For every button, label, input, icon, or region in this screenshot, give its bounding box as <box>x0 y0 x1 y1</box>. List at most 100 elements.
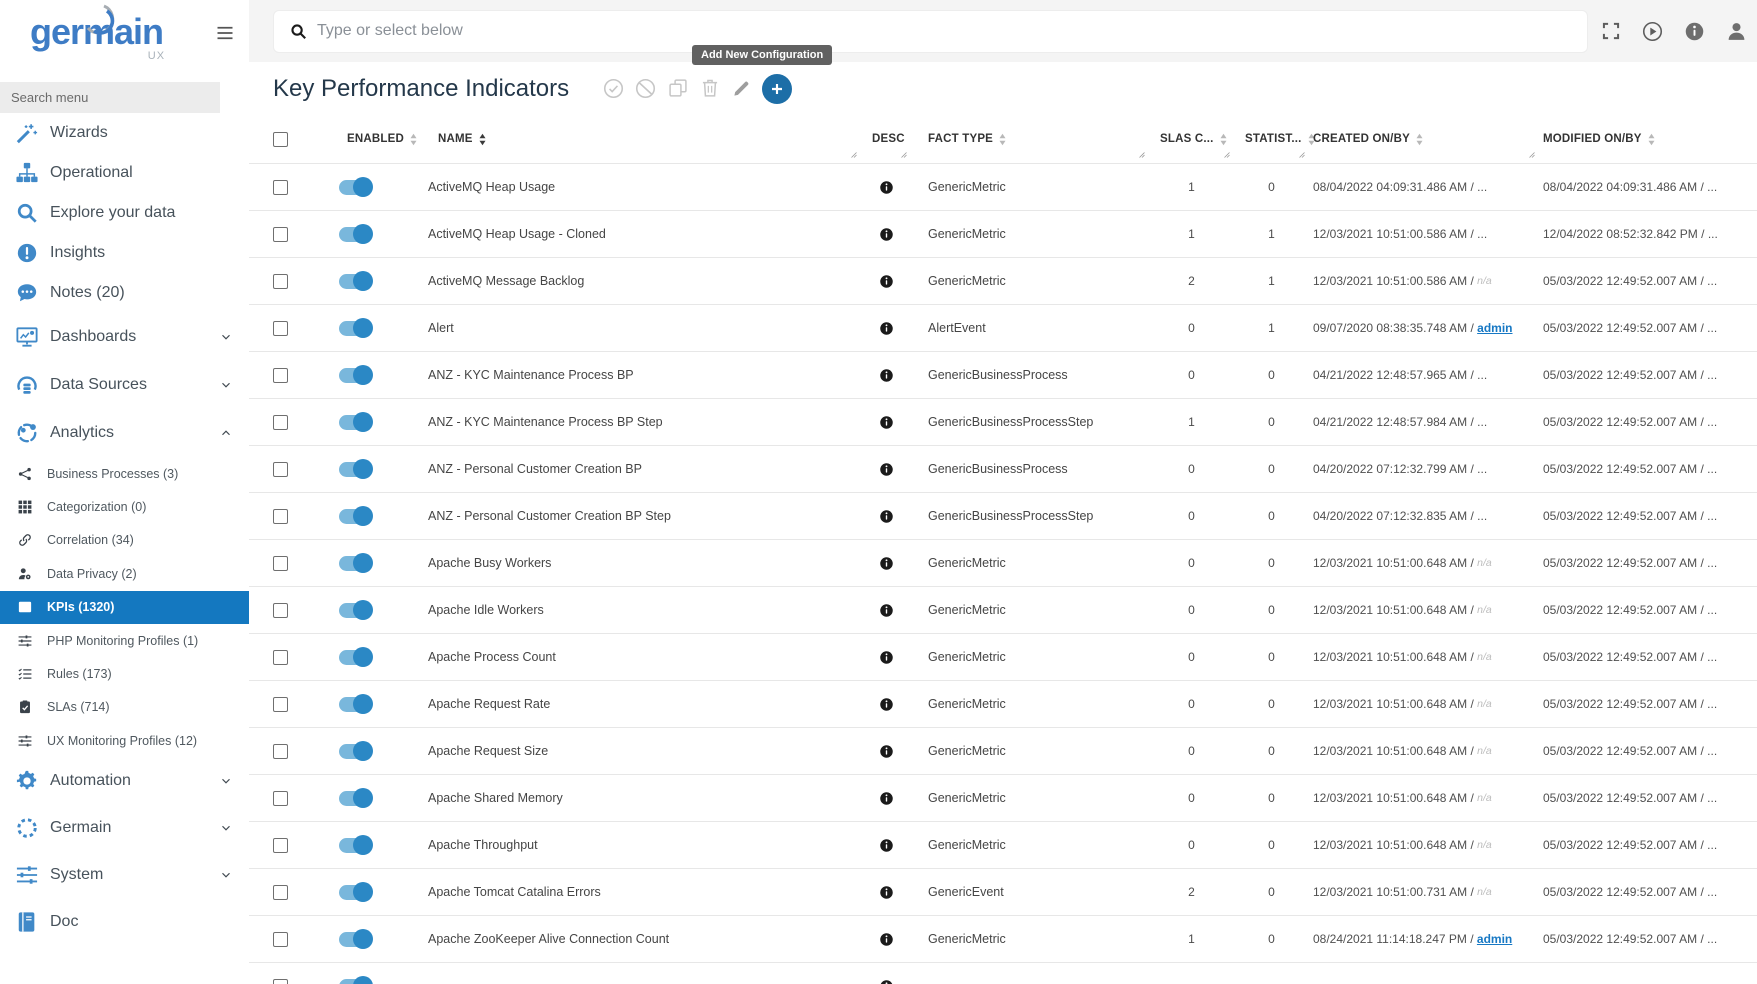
description-info-icon[interactable] <box>879 509 894 524</box>
column-header-statistics-count[interactable]: STATIST... <box>1234 115 1309 163</box>
enabled-toggle[interactable] <box>339 650 372 665</box>
sidebar-item-dashboards[interactable]: Dashboards <box>0 313 249 361</box>
user-icon[interactable] <box>1726 21 1747 42</box>
kpi-name[interactable]: Apache Throughput <box>428 838 538 852</box>
sidebar-item-correlation[interactable]: Correlation (34) <box>0 524 249 557</box>
kpi-name[interactable]: ANZ - KYC Maintenance Process BP <box>428 368 634 382</box>
sidebar-item-germain[interactable]: Germain <box>0 805 249 852</box>
description-info-icon[interactable] <box>879 838 894 853</box>
kpi-name[interactable]: ActiveMQ Heap Usage <box>428 180 555 194</box>
info-icon[interactable] <box>1684 21 1705 42</box>
edit-button[interactable] <box>731 79 751 99</box>
description-info-icon[interactable] <box>879 321 894 336</box>
enabled-toggle[interactable] <box>339 697 372 712</box>
description-info-icon[interactable] <box>879 462 894 477</box>
description-info-icon[interactable] <box>879 556 894 571</box>
row-checkbox[interactable] <box>273 509 288 524</box>
column-header-slas-count[interactable]: SLAS C... <box>1149 115 1234 163</box>
description-info-icon[interactable] <box>879 180 894 195</box>
row-checkbox[interactable] <box>273 556 288 571</box>
sidebar-item-explore-your-data[interactable]: Explore your data <box>0 193 249 233</box>
description-info-icon[interactable] <box>879 650 894 665</box>
column-header-desc[interactable]: DESC <box>861 115 911 163</box>
description-info-icon[interactable] <box>879 227 894 242</box>
row-checkbox[interactable] <box>273 462 288 477</box>
row-checkbox[interactable] <box>273 368 288 383</box>
column-header-fact-type[interactable]: FACT TYPE <box>911 115 1149 163</box>
row-checkbox[interactable] <box>273 415 288 430</box>
created-by[interactable]: admin <box>1477 321 1512 335</box>
column-header-enabled[interactable]: ENABLED <box>311 115 421 163</box>
clone-button[interactable] <box>667 78 688 99</box>
sidebar-item-business-processes[interactable]: Business Processes (3) <box>0 457 249 490</box>
sidebar-item-notes[interactable]: Notes (20) <box>0 273 249 313</box>
sidebar-item-php-monitoring-profiles[interactable]: PHP Monitoring Profiles (1) <box>0 624 249 657</box>
sidebar-item-kpis[interactable]: KPIs (1320) <box>0 591 249 624</box>
kpi-name[interactable]: Apache Busy Workers <box>428 556 551 570</box>
kpi-name[interactable]: Apache Request Size <box>428 744 548 758</box>
kpi-name[interactable]: ANZ - Personal Customer Creation BP <box>428 462 642 476</box>
column-resize-handle[interactable] <box>899 150 909 160</box>
sidebar-search-input[interactable] <box>0 82 220 113</box>
enabled-toggle[interactable] <box>339 274 372 289</box>
enabled-toggle[interactable] <box>339 321 372 336</box>
row-checkbox[interactable] <box>273 744 288 759</box>
sidebar-item-wizards[interactable]: Wizards <box>0 113 249 153</box>
enabled-toggle[interactable] <box>339 368 372 383</box>
row-checkbox[interactable] <box>273 697 288 712</box>
created-by[interactable]: admin <box>1477 932 1512 946</box>
add-new-configuration-button[interactable] <box>762 74 792 104</box>
enabled-toggle[interactable] <box>339 462 372 477</box>
description-info-icon[interactable] <box>879 744 894 759</box>
row-checkbox[interactable] <box>273 321 288 336</box>
column-resize-handle[interactable] <box>1297 150 1307 160</box>
enabled-toggle[interactable] <box>339 603 372 618</box>
sidebar-item-insights[interactable]: Insights <box>0 233 249 273</box>
fullscreen-icon[interactable] <box>1600 21 1621 42</box>
description-info-icon[interactable] <box>879 603 894 618</box>
column-header-created-on-by[interactable]: CREATED ON/BY <box>1309 115 1539 163</box>
sidebar-item-automation[interactable]: Automation <box>0 758 249 805</box>
select-all-checkbox[interactable] <box>273 132 288 147</box>
sidebar-item-slas[interactable]: SLAs (714) <box>0 691 249 724</box>
column-resize-handle[interactable] <box>1527 150 1537 160</box>
description-info-icon[interactable] <box>879 415 894 430</box>
column-header-name[interactable]: NAME <box>421 115 861 163</box>
row-checkbox[interactable] <box>273 180 288 195</box>
kpi-name[interactable]: Apache Process Count <box>428 650 556 664</box>
column-resize-handle[interactable] <box>849 150 859 160</box>
kpi-name[interactable]: Apache Request Rate <box>428 697 550 711</box>
enabled-toggle[interactable] <box>339 180 372 195</box>
row-checkbox[interactable] <box>273 885 288 900</box>
description-info-icon[interactable] <box>879 697 894 712</box>
enabled-toggle[interactable] <box>339 932 372 947</box>
description-info-icon[interactable] <box>879 979 894 984</box>
sidebar-item-data-sources[interactable]: Data Sources <box>0 361 249 409</box>
enabled-toggle[interactable] <box>339 415 372 430</box>
logo[interactable]: germain ux <box>30 14 163 50</box>
kpi-name[interactable]: Apache Idle Workers <box>428 603 544 617</box>
row-checkbox[interactable] <box>273 274 288 289</box>
row-checkbox[interactable] <box>273 932 288 947</box>
kpi-name[interactable]: ActiveMQ Message Backlog <box>428 274 584 288</box>
row-checkbox[interactable] <box>273 227 288 242</box>
play-icon[interactable] <box>1642 21 1663 42</box>
sidebar-item-doc[interactable]: Doc <box>0 899 249 946</box>
column-resize-handle[interactable] <box>1137 150 1147 160</box>
delete-button[interactable] <box>699 78 720 99</box>
disable-selected-button[interactable] <box>635 78 656 99</box>
row-checkbox[interactable] <box>273 650 288 665</box>
enabled-toggle[interactable] <box>339 791 372 806</box>
global-search-input[interactable] <box>317 22 1587 40</box>
enabled-toggle[interactable] <box>339 744 372 759</box>
column-header-modified-on-by[interactable]: MODIFIED ON/BY <box>1539 115 1757 163</box>
enabled-toggle[interactable] <box>339 979 372 984</box>
row-checkbox[interactable] <box>273 979 288 984</box>
enabled-toggle[interactable] <box>339 838 372 853</box>
sidebar-item-categorization[interactable]: Categorization (0) <box>0 490 249 523</box>
kpi-name[interactable]: ActiveMQ Heap Usage - Cloned <box>428 227 606 241</box>
description-info-icon[interactable] <box>879 791 894 806</box>
row-checkbox[interactable] <box>273 791 288 806</box>
sidebar-item-analytics[interactable]: Analytics <box>0 409 249 457</box>
kpi-name[interactable]: Alert <box>428 321 454 335</box>
